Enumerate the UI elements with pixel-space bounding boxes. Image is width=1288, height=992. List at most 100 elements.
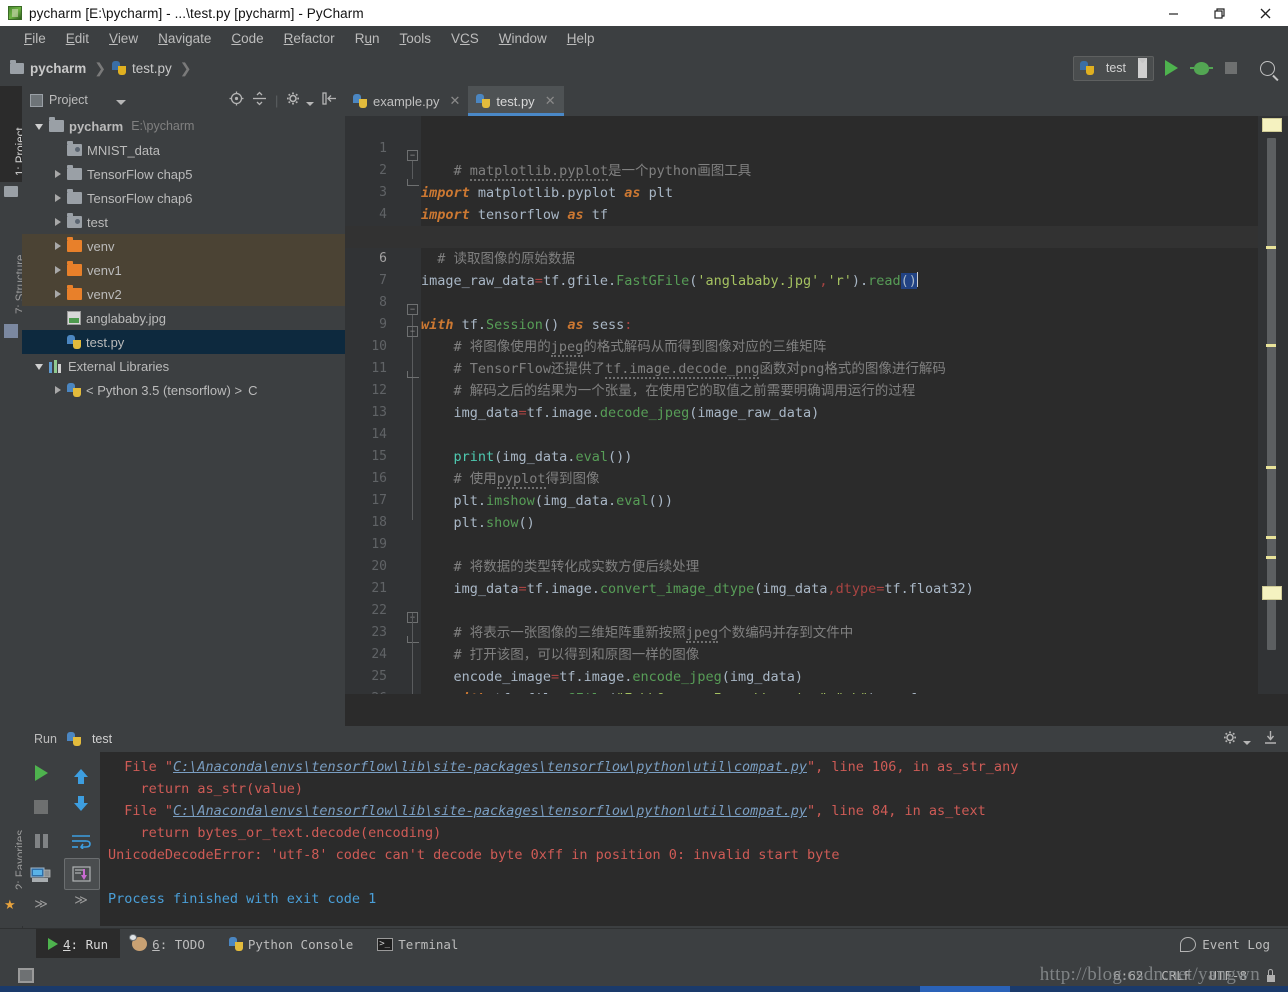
file-link[interactable]: C:\Anaconda\envs\tensorflow\lib\site-pac…	[173, 803, 807, 819]
project-tree[interactable]: pycharm E:\pycharm MNIST_data TensorFlow…	[22, 114, 345, 709]
menu-code[interactable]: Code	[221, 29, 273, 48]
gear-icon[interactable]	[1223, 730, 1251, 748]
close-icon[interactable]: ✕	[545, 93, 556, 109]
minimize-button[interactable]	[1150, 0, 1196, 26]
tree-row-venv2[interactable]: venv2	[22, 282, 345, 306]
tree-row-anglababy-jpg[interactable]: anglababy.jpg	[22, 306, 345, 330]
chevron-right-icon[interactable]	[52, 240, 65, 253]
search-everywhere-button[interactable]	[1254, 55, 1280, 81]
soft-wrap-button[interactable]	[62, 824, 100, 858]
editor-vertical-scrollbar[interactable]	[1267, 138, 1276, 650]
warning-marker[interactable]	[1266, 246, 1276, 249]
code-editor[interactable]: − − − − 1 # matplotlib.pyplot是一个python画图…	[345, 116, 1288, 704]
pause-button[interactable]	[22, 824, 60, 858]
warning-marker[interactable]	[1266, 344, 1276, 347]
warning-marker[interactable]	[1266, 536, 1276, 539]
console-view-button[interactable]	[22, 858, 60, 892]
expand-button-right[interactable]: ≫	[62, 890, 100, 910]
warning-marker[interactable]	[1266, 466, 1276, 469]
chevron-down-icon[interactable]	[34, 120, 47, 133]
menu-navigate[interactable]: Navigate	[148, 29, 221, 48]
project-panel-title: Project	[49, 93, 88, 107]
tree-row-test-py[interactable]: test.py	[22, 330, 345, 354]
next-occurrence-button[interactable]	[62, 790, 100, 824]
menu-vcs[interactable]: VCS	[441, 29, 489, 48]
sidebar-item-favorites[interactable]: 2: Favorites	[0, 790, 22, 898]
chevron-right-icon[interactable]	[52, 168, 65, 181]
expand-button-left[interactable]: ≫	[22, 892, 60, 916]
tree-row-pycharm[interactable]: pycharm E:\pycharm	[22, 114, 345, 138]
sidebar-item-structure[interactable]: 7: Structure	[0, 208, 22, 320]
bottom-tab-terminal[interactable]: >_ Terminal	[365, 929, 470, 959]
pycharm-window: pycharm [E:\pycharm] - ...\test.py [pych…	[0, 0, 1288, 992]
scroll-to-end-button[interactable]	[64, 858, 100, 890]
toggle-toolwindows-icon[interactable]	[18, 968, 34, 983]
event-log-button[interactable]: Event Log	[1180, 937, 1288, 952]
close-button[interactable]	[1242, 0, 1288, 26]
run-configuration-selector[interactable]: test	[1073, 56, 1154, 81]
stop-button[interactable]	[1218, 55, 1244, 81]
menu-run[interactable]: Run	[345, 29, 390, 48]
folder-icon	[67, 264, 82, 276]
menu-refactor[interactable]: Refactor	[274, 29, 345, 48]
project-view-dropdown[interactable]	[116, 93, 126, 108]
bottom-tab-python-console[interactable]: Python Console	[217, 929, 365, 959]
tree-row-test[interactable]: test	[22, 210, 345, 234]
sidebar-item-project[interactable]: 1: Project	[0, 86, 22, 182]
code-line-8: 8 with tf.Session() as sess:	[345, 270, 1288, 292]
tab-example-py[interactable]: example.py ✕	[345, 86, 468, 116]
chevron-right-icon[interactable]	[52, 288, 65, 301]
arrow-up-icon	[74, 769, 88, 777]
run-console-output[interactable]: File "C:\Anaconda\envs\tensorflow\lib\si…	[100, 752, 1288, 926]
tab-test-py[interactable]: test.py ✕	[468, 86, 563, 116]
export-icon[interactable]	[1263, 730, 1278, 748]
code-line-18: 18	[345, 490, 1288, 512]
inspection-status-box[interactable]	[1262, 118, 1282, 132]
menu-help[interactable]: Help	[557, 29, 605, 48]
project-panel-header: Project |	[22, 86, 345, 115]
chevron-right-icon[interactable]	[52, 264, 65, 277]
collapse-all-icon[interactable]	[252, 91, 267, 109]
menu-window[interactable]: Window	[489, 29, 557, 48]
caret-position[interactable]: 6:62	[1113, 968, 1143, 983]
tree-row-external-libraries[interactable]: External Libraries	[22, 354, 345, 378]
tab-label: test.py	[496, 94, 534, 109]
tree-row-tensorflow-chap5[interactable]: TensorFlow chap5	[22, 162, 345, 186]
chevron-right-icon[interactable]	[52, 192, 65, 205]
tree-row-python-sdk[interactable]: < Python 3.5 (tensorflow) > C	[22, 378, 345, 402]
warning-marker[interactable]	[1266, 556, 1276, 559]
editor-horizontal-scrollbar[interactable]	[345, 694, 1288, 704]
file-link[interactable]: C:\Anaconda\envs\tensorflow\lib\site-pac…	[173, 759, 807, 775]
scroll-from-source-icon[interactable]	[229, 91, 244, 109]
menu-bar: File Edit View Navigate Code Refactor Ru…	[0, 26, 1288, 50]
hide-panel-icon[interactable]	[322, 91, 337, 109]
tree-row-venv1[interactable]: venv1	[22, 258, 345, 282]
line-separator[interactable]: CRLF	[1161, 968, 1191, 983]
debug-button[interactable]	[1188, 55, 1214, 81]
tree-row-mnist-data[interactable]: MNIST_data	[22, 138, 345, 162]
bottom-tab-run[interactable]: 4: Run	[36, 929, 120, 959]
chevron-down-icon[interactable]	[34, 360, 47, 373]
menu-edit[interactable]: Edit	[56, 29, 99, 48]
warning-marker-box[interactable]	[1262, 586, 1282, 600]
tree-row-tensorflow-chap6[interactable]: TensorFlow chap6	[22, 186, 345, 210]
stop-button[interactable]	[22, 790, 60, 824]
bottom-tab-todo[interactable]: 6: TODO	[120, 929, 217, 959]
close-icon[interactable]: ✕	[449, 93, 460, 109]
chevron-right-icon[interactable]	[52, 216, 65, 229]
menu-file[interactable]: File	[14, 29, 56, 48]
gear-icon[interactable]	[286, 91, 314, 109]
tree-row-venv[interactable]: venv	[22, 234, 345, 258]
menu-view[interactable]: View	[99, 29, 148, 48]
rerun-button[interactable]	[22, 756, 60, 790]
run-button[interactable]	[1158, 55, 1184, 81]
chevron-right-icon[interactable]	[52, 384, 65, 397]
previous-occurrence-button[interactable]	[62, 756, 100, 790]
lock-icon[interactable]	[1265, 969, 1276, 982]
file-encoding[interactable]: UTF-8	[1209, 968, 1247, 983]
editor-marker-gutter[interactable]	[1258, 116, 1288, 704]
menu-tools[interactable]: Tools	[389, 29, 441, 48]
breadcrumb-project[interactable]: pycharm	[30, 61, 86, 76]
maximize-button[interactable]	[1196, 0, 1242, 26]
breadcrumb-file[interactable]: test.py	[132, 61, 172, 76]
